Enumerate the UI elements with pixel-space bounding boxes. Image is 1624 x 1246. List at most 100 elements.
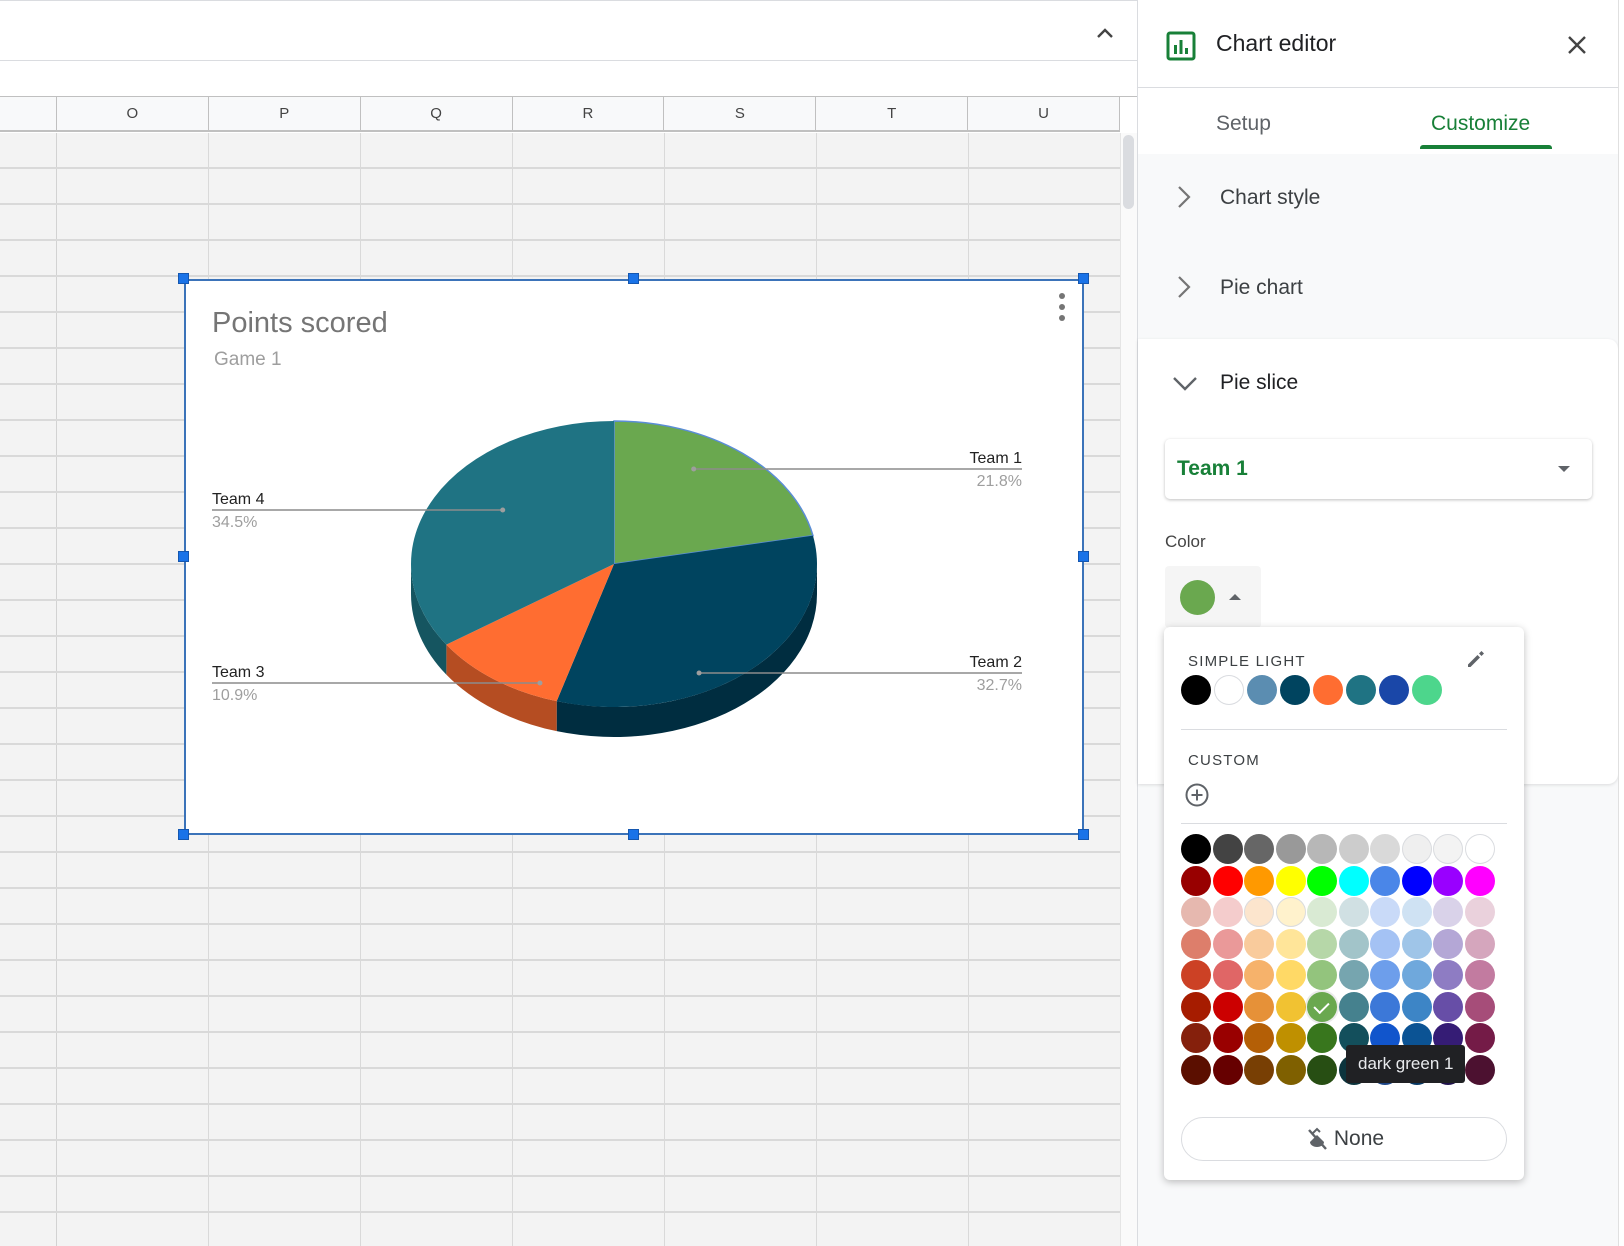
add-custom-color-icon[interactable] xyxy=(1184,782,1210,808)
color-swatch[interactable] xyxy=(1338,865,1369,896)
section-pie-slice-header[interactable]: Pie slice xyxy=(1138,339,1618,429)
tab-setup[interactable]: Setup xyxy=(1216,112,1271,136)
color-swatch[interactable] xyxy=(1338,834,1369,864)
resize-handle-top-left[interactable] xyxy=(178,273,189,284)
color-swatch[interactable] xyxy=(1464,897,1495,927)
slice-dropdown[interactable]: Team 1 xyxy=(1165,439,1592,499)
color-swatch[interactable] xyxy=(1433,991,1463,1022)
color-swatch[interactable] xyxy=(1212,834,1243,864)
column-header[interactable]: R xyxy=(513,97,665,130)
color-swatch[interactable] xyxy=(1370,897,1400,927)
color-swatch[interactable] xyxy=(1338,928,1369,959)
color-swatch[interactable] xyxy=(1464,928,1495,959)
color-swatch[interactable] xyxy=(1338,991,1369,1022)
color-swatch[interactable] xyxy=(1244,897,1274,927)
color-swatch[interactable] xyxy=(1433,865,1463,896)
color-swatch[interactable] xyxy=(1464,960,1495,990)
color-swatch[interactable] xyxy=(1401,991,1432,1022)
color-swatch[interactable] xyxy=(1181,865,1211,896)
color-swatch[interactable] xyxy=(1244,834,1274,864)
theme-color-swatch[interactable] xyxy=(1247,675,1277,705)
color-swatch[interactable] xyxy=(1181,991,1211,1022)
color-swatch[interactable] xyxy=(1244,865,1274,896)
color-swatch[interactable] xyxy=(1464,1054,1495,1085)
theme-color-swatch[interactable] xyxy=(1412,675,1442,705)
color-swatch[interactable] xyxy=(1464,865,1495,896)
color-swatch[interactable] xyxy=(1212,960,1243,990)
column-header[interactable]: O xyxy=(57,97,209,130)
color-picker-button[interactable] xyxy=(1165,566,1261,628)
color-swatch[interactable] xyxy=(1370,928,1400,959)
resize-handle-bottom-right[interactable] xyxy=(1078,829,1089,840)
more-vert-icon[interactable] xyxy=(1054,291,1070,323)
color-swatch[interactable] xyxy=(1181,1054,1211,1085)
column-header[interactable]: P xyxy=(209,97,361,130)
column-header[interactable]: U xyxy=(968,97,1120,130)
color-swatch[interactable] xyxy=(1307,1023,1337,1053)
color-swatch[interactable] xyxy=(1275,1023,1306,1053)
color-swatch[interactable] xyxy=(1307,897,1337,927)
color-swatch[interactable] xyxy=(1370,960,1400,990)
color-swatch[interactable] xyxy=(1433,928,1463,959)
color-swatch[interactable] xyxy=(1307,834,1337,864)
color-swatch[interactable] xyxy=(1401,865,1432,896)
color-swatch[interactable] xyxy=(1370,865,1400,896)
column-header[interactable]: T xyxy=(816,97,969,130)
theme-color-swatch[interactable] xyxy=(1313,675,1343,705)
formula-bar[interactable] xyxy=(0,61,1137,97)
color-swatch[interactable] xyxy=(1433,897,1463,927)
color-swatch[interactable] xyxy=(1275,834,1306,864)
color-swatch[interactable] xyxy=(1244,928,1274,959)
theme-color-swatch[interactable] xyxy=(1280,675,1310,705)
color-swatch[interactable] xyxy=(1307,865,1337,896)
color-swatch[interactable] xyxy=(1181,1023,1211,1053)
color-swatch[interactable] xyxy=(1307,960,1337,990)
color-swatch[interactable] xyxy=(1212,1054,1243,1085)
color-swatch[interactable] xyxy=(1275,1054,1306,1085)
color-swatch[interactable] xyxy=(1244,1023,1274,1053)
color-swatch[interactable] xyxy=(1244,960,1274,990)
theme-color-swatch[interactable] xyxy=(1346,675,1376,705)
tab-customize[interactable]: Customize xyxy=(1431,112,1530,136)
chart-title[interactable]: Points scored xyxy=(212,307,388,340)
vertical-scrollbar-track[interactable] xyxy=(1120,133,1137,1246)
color-swatch[interactable] xyxy=(1244,1054,1274,1085)
color-swatch[interactable] xyxy=(1307,928,1337,959)
color-swatch[interactable] xyxy=(1464,1023,1495,1053)
color-swatch[interactable] xyxy=(1212,928,1243,959)
color-swatch[interactable] xyxy=(1307,1054,1337,1085)
color-swatch[interactable] xyxy=(1181,834,1211,864)
color-swatch[interactable] xyxy=(1275,928,1306,959)
color-swatch[interactable] xyxy=(1370,991,1400,1022)
color-swatch[interactable] xyxy=(1338,897,1369,927)
resize-handle-top[interactable] xyxy=(628,273,639,284)
resize-handle-bottom-left[interactable] xyxy=(178,829,189,840)
color-swatch[interactable] xyxy=(1275,960,1306,990)
color-swatch[interactable] xyxy=(1244,991,1274,1022)
color-swatch[interactable] xyxy=(1275,991,1306,1022)
resize-handle-bottom[interactable] xyxy=(628,829,639,840)
color-swatch[interactable] xyxy=(1181,897,1211,927)
color-swatch[interactable] xyxy=(1181,960,1211,990)
color-swatch[interactable] xyxy=(1401,960,1432,990)
resize-handle-right[interactable] xyxy=(1078,551,1089,562)
color-swatch[interactable] xyxy=(1401,897,1432,927)
theme-color-swatch[interactable] xyxy=(1181,675,1211,705)
edit-pencil-icon[interactable] xyxy=(1464,647,1488,671)
color-swatch[interactable] xyxy=(1275,897,1306,927)
section-chart-style[interactable]: Chart style xyxy=(1138,154,1618,244)
color-swatch[interactable] xyxy=(1338,960,1369,990)
color-swatch[interactable] xyxy=(1433,834,1463,864)
no-color-button[interactable]: None xyxy=(1181,1117,1507,1161)
color-swatch[interactable] xyxy=(1212,897,1243,927)
row-header-corner[interactable] xyxy=(0,97,57,130)
color-swatch[interactable] xyxy=(1464,991,1495,1022)
color-swatch[interactable] xyxy=(1433,960,1463,990)
theme-color-swatch[interactable] xyxy=(1379,675,1409,705)
color-swatch[interactable] xyxy=(1212,991,1243,1022)
color-swatch[interactable] xyxy=(1181,928,1211,959)
color-swatch[interactable] xyxy=(1307,991,1337,1022)
color-swatch[interactable] xyxy=(1212,865,1243,896)
color-swatch[interactable] xyxy=(1370,834,1400,864)
resize-handle-top-right[interactable] xyxy=(1078,273,1089,284)
